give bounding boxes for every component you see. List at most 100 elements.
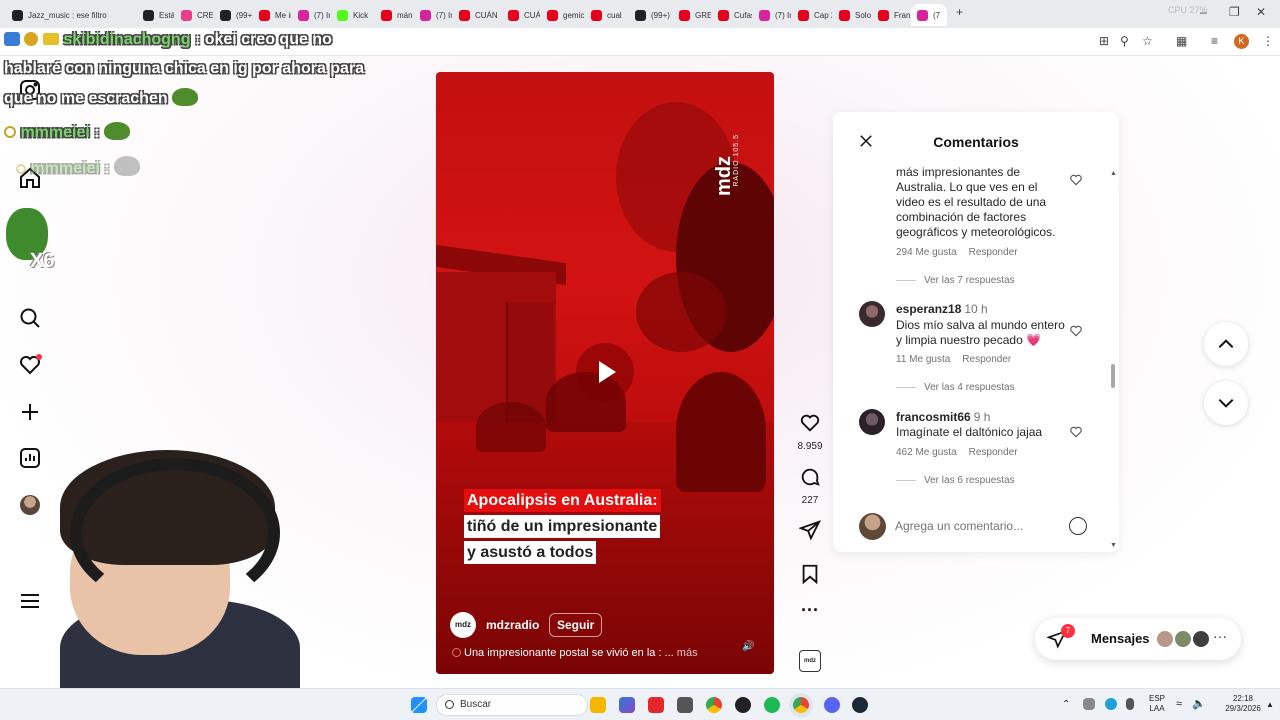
clock-time: 22:18 [1232, 694, 1254, 703]
tray-app-icon[interactable] [1083, 698, 1095, 710]
reply-link[interactable]: Responder [969, 247, 1018, 258]
scroll-up-arrow-icon[interactable]: ▲ [1110, 170, 1117, 177]
browser-tab[interactable]: Está e [137, 4, 174, 26]
save-action[interactable] [797, 563, 823, 590]
emoji-icon[interactable] [1069, 517, 1087, 535]
browser-tab[interactable]: gemic [541, 4, 584, 26]
tray-app-icon[interactable] [1105, 698, 1117, 710]
browser-tab[interactable]: (7) Ins [753, 4, 791, 26]
calculator-icon[interactable] [677, 697, 693, 713]
zoom-icon[interactable]: ⚲ [1120, 34, 1129, 48]
store-icon[interactable] [619, 697, 635, 713]
comment-bubble-icon[interactable] [799, 466, 821, 488]
share-action[interactable] [797, 519, 823, 546]
reply-link[interactable]: Responder [969, 447, 1018, 458]
commenter-avatar[interactable] [859, 409, 885, 435]
file-explorer-icon[interactable] [590, 697, 606, 713]
notification-bell-icon[interactable]: ▲ [1266, 700, 1274, 709]
browser-tab[interactable]: (99+) [214, 4, 252, 26]
search-icon[interactable] [18, 306, 42, 330]
restore-icon[interactable]: ❐ [1229, 5, 1240, 19]
view-replies-link[interactable]: Ver las 7 respuestas [896, 275, 1015, 286]
like-action[interactable]: 8.959 [797, 412, 823, 452]
language-indicator[interactable]: ESP LAA [1146, 694, 1168, 714]
comment-username[interactable]: francosmit66 [896, 410, 971, 424]
browser-tab[interactable]: CUÁN [502, 4, 540, 26]
extensions-icon[interactable]: ▦ [1176, 34, 1187, 48]
browser-tab[interactable]: Fran [872, 4, 910, 26]
commenter-avatar[interactable] [859, 301, 885, 327]
browser-tab[interactable]: Cufas [712, 4, 752, 26]
save-bookmark-icon[interactable] [799, 563, 821, 585]
install-app-icon[interactable]: ⊞ [1099, 34, 1109, 48]
tab-label: CREA [197, 10, 213, 20]
close-window-icon[interactable]: ✕ [1256, 5, 1266, 19]
office-icon[interactable] [648, 697, 664, 713]
create-plus-icon[interactable] [18, 400, 42, 424]
like-count: 8.959 [797, 441, 823, 452]
comment-username[interactable]: esperanz18 [896, 302, 961, 316]
previous-reel-button[interactable] [1204, 322, 1248, 366]
scroll-down-arrow-icon[interactable]: ▼ [1110, 542, 1117, 549]
profile-avatar[interactable]: K [1234, 34, 1249, 49]
spotify-icon[interactable] [764, 697, 780, 713]
bookmark-star-icon[interactable]: ☆ [1142, 34, 1153, 48]
volume-icon[interactable]: 🔈 [1192, 697, 1206, 710]
view-replies-link[interactable]: Ver las 6 respuestas [896, 475, 1015, 486]
audio-thumbnail[interactable]: mdz [799, 650, 821, 672]
windows-start-icon[interactable] [411, 697, 427, 713]
volume-icon[interactable]: 🔊 [742, 641, 756, 655]
reel-caption[interactable]: Una impresionante postal se vivió en la … [452, 647, 698, 659]
browser-tab[interactable]: CREA [175, 4, 213, 26]
chat-text-line: que no me escrachen [4, 90, 168, 107]
comment-like-heart-icon[interactable] [1069, 324, 1083, 338]
tab-label: Fran [894, 10, 910, 20]
minimize-icon[interactable]: – [1200, 5, 1207, 19]
share-paper-plane-icon[interactable] [798, 519, 821, 541]
clock-date: 29/3/2026 [1225, 704, 1261, 713]
play-button[interactable] [576, 343, 634, 401]
browser-tab[interactable]: Kick [331, 4, 374, 26]
browser-tab[interactable]: (99+) [629, 4, 672, 26]
more-options-icon[interactable]: ··· [797, 601, 823, 619]
microphone-icon[interactable] [1126, 698, 1134, 710]
reading-list-icon[interactable]: ≡ [1211, 34, 1218, 48]
comment-like-heart-icon[interactable] [1069, 425, 1083, 439]
add-comment-input[interactable] [893, 512, 1093, 540]
browser-tab[interactable]: Me in [253, 4, 291, 26]
clock[interactable]: 22:18 29/3/2026 [1222, 694, 1264, 714]
taskbar-search[interactable]: Buscar [436, 694, 588, 716]
browser-tab[interactable]: (7) Ins [414, 4, 452, 26]
browser-tab[interactable]: GREF [673, 4, 711, 26]
comment-like-heart-icon[interactable] [1069, 173, 1083, 187]
like-heart-icon[interactable] [799, 412, 821, 434]
browser-menu-icon[interactable]: ⋮ [1262, 34, 1274, 48]
browser-tab[interactable]: (7✕ [911, 4, 947, 26]
wifi-icon[interactable]: ≈ [1176, 698, 1182, 710]
reply-link[interactable]: Responder [962, 354, 1011, 365]
github-icon[interactable] [735, 697, 751, 713]
view-replies-link[interactable]: Ver las 4 respuestas [896, 382, 1015, 393]
comments-scrollbar-thumb[interactable] [1111, 364, 1115, 388]
steam-icon[interactable] [852, 697, 868, 713]
caption-more-link[interactable]: más [677, 647, 698, 659]
chrome-icon[interactable] [706, 697, 722, 713]
chrome-active-icon[interactable] [793, 697, 809, 713]
new-tab-button[interactable]: + [956, 5, 963, 19]
messages-button[interactable]: 7 Mensajes ··· [1035, 618, 1241, 660]
browser-tab[interactable]: Solo c [833, 4, 871, 26]
browser-tab[interactable]: cual [585, 4, 628, 26]
browser-tab[interactable]: (7) Ins [292, 4, 330, 26]
browser-tab[interactable]: Jazz_music : ese filtro [6, 4, 136, 26]
reel-video[interactable]: mdz RADIO 105.5 Apocalipsis en Australia… [436, 72, 774, 674]
reel-author-username[interactable]: mdzradio [486, 618, 539, 632]
browser-tab[interactable]: Cap 2 [792, 4, 832, 26]
tray-chevron-icon[interactable]: ⌃ [1062, 699, 1070, 710]
follow-button[interactable]: Seguir [549, 613, 603, 637]
browser-tab[interactable]: máno [375, 4, 413, 26]
next-reel-button[interactable] [1204, 381, 1248, 425]
comment-action[interactable]: 227 [797, 466, 823, 506]
reel-author-avatar[interactable]: mdz [450, 612, 476, 638]
browser-tab[interactable]: CUÁN [453, 4, 501, 26]
discord-icon[interactable] [824, 697, 840, 713]
